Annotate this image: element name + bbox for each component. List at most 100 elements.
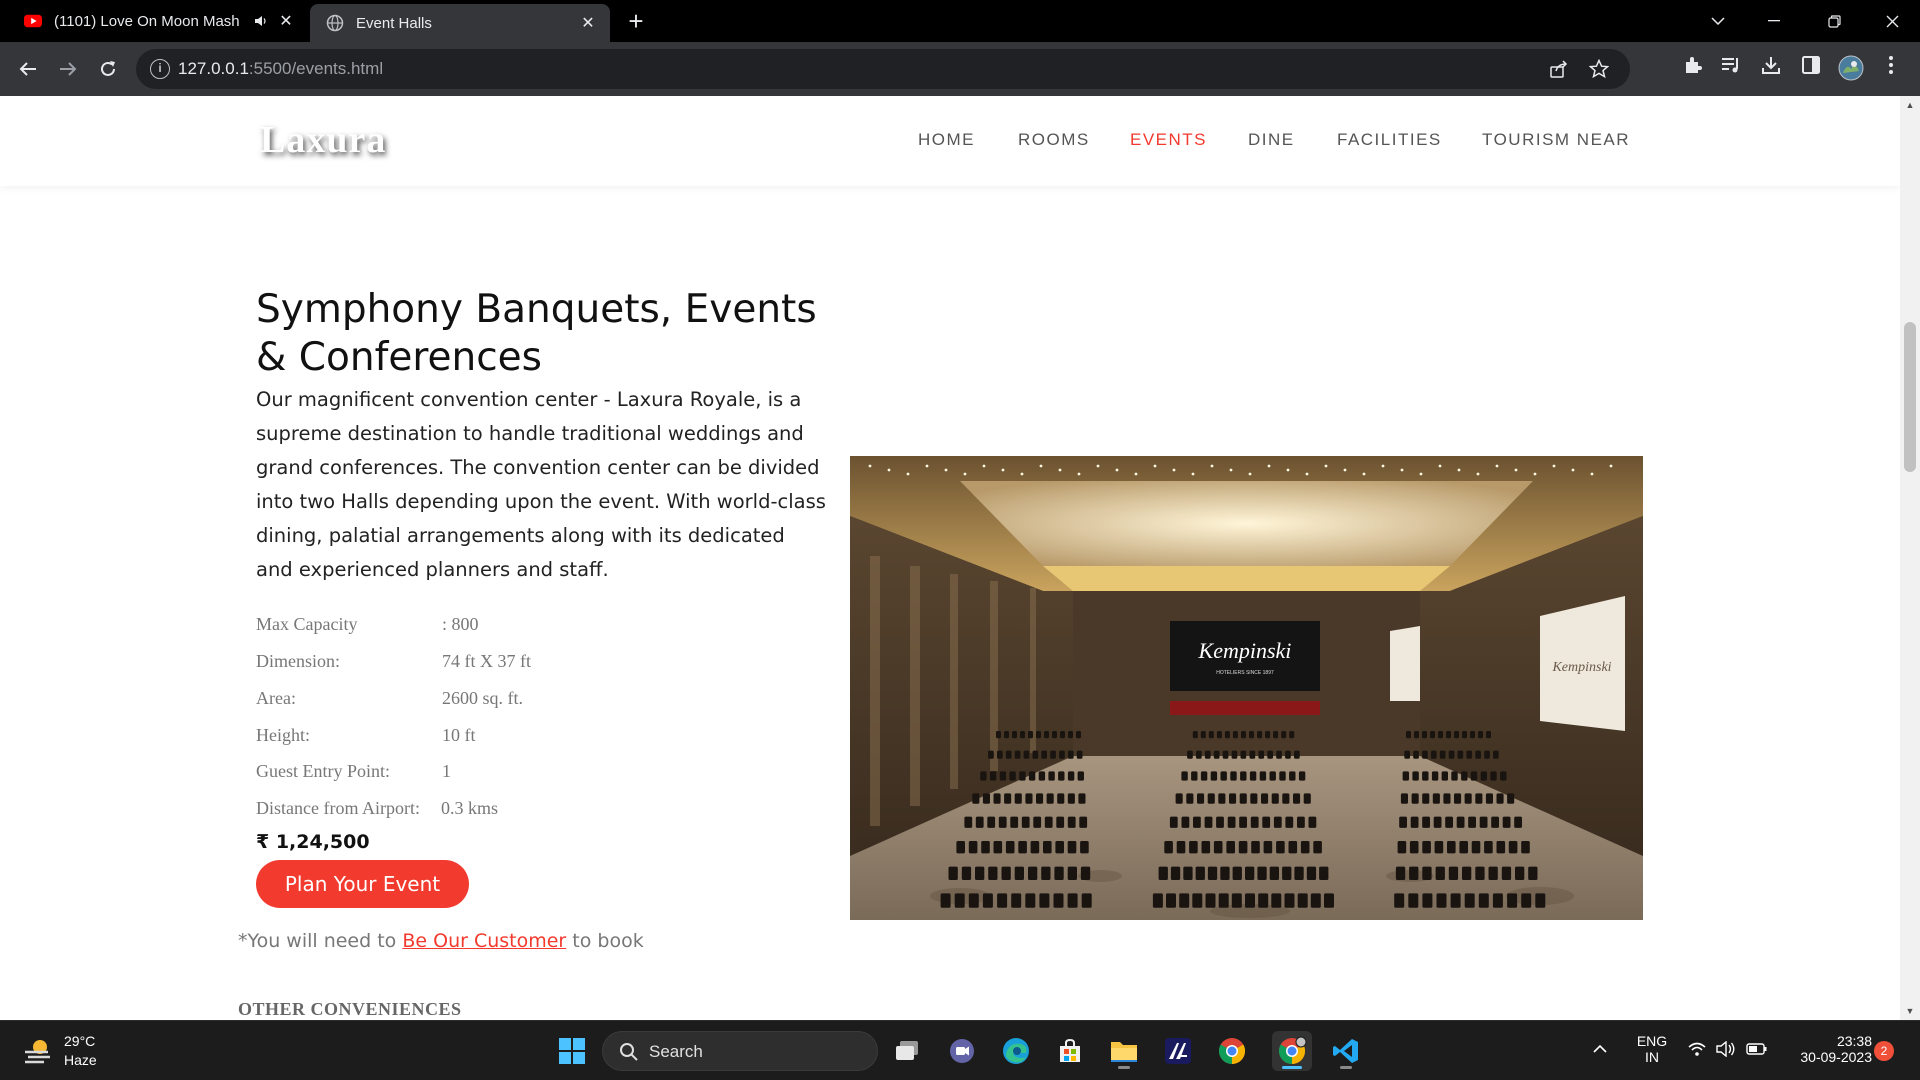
chair-shape xyxy=(956,841,965,854)
new-tab-button[interactable]: + xyxy=(620,6,652,38)
weather-condition[interactable]: Haze xyxy=(64,1052,97,1068)
clock[interactable]: 23:38 30-09-2023 xyxy=(1780,1033,1872,1065)
chair-shape xyxy=(1422,866,1432,880)
chair-shape xyxy=(1152,893,1163,908)
chair-shape xyxy=(1484,750,1490,759)
weather-temperature[interactable]: 29°C xyxy=(64,1033,95,1049)
forward-button[interactable] xyxy=(54,55,82,83)
nav-tourism-near[interactable]: TOURISM NEAR xyxy=(1482,130,1630,150)
tab-youtube[interactable]: (1101) Love On Moon Mash ✕ xyxy=(8,0,308,42)
ceiling-light-dot xyxy=(1134,472,1138,476)
chair-shape xyxy=(1515,866,1525,880)
chair-shape xyxy=(1433,816,1442,828)
share-icon[interactable] xyxy=(1548,59,1570,81)
spec-label: Area: xyxy=(256,688,296,708)
hall-price: ₹ 1,24,500 xyxy=(256,831,370,853)
show-hidden-icons-chevron-icon[interactable] xyxy=(1592,1041,1612,1061)
side-panel-icon[interactable] xyxy=(1798,55,1824,83)
chair-shape xyxy=(1201,841,1211,854)
taskbar-search-box[interactable]: Search xyxy=(602,1031,878,1071)
site-logo[interactable]: Laxura xyxy=(260,118,386,162)
teams-chat-icon[interactable] xyxy=(942,1031,982,1071)
media-control-icon[interactable] xyxy=(1718,55,1744,83)
vscode-icon[interactable] xyxy=(1326,1031,1366,1071)
close-window-button[interactable] xyxy=(1862,0,1920,42)
screen-brand-text: Kempinski xyxy=(1198,638,1292,663)
back-button[interactable] xyxy=(14,55,42,83)
scroll-down-arrow-icon[interactable]: ▼ xyxy=(1905,1006,1915,1016)
ceiling-light-dot xyxy=(1571,468,1575,472)
chrome-active-window-icon[interactable] xyxy=(1272,1031,1312,1071)
browser-menu-icon[interactable] xyxy=(1878,55,1904,83)
close-tab-icon[interactable]: ✕ xyxy=(272,11,300,31)
chair-shape xyxy=(1028,771,1036,781)
chair-shape xyxy=(1409,841,1419,854)
nav-home[interactable]: HOME xyxy=(918,130,975,150)
language-indicator[interactable]: ENG IN xyxy=(1632,1033,1672,1065)
chair-shape xyxy=(1402,771,1409,781)
notification-badge[interactable]: 2 xyxy=(1874,1041,1894,1061)
scroll-up-arrow-icon[interactable]: ▲ xyxy=(1905,100,1915,110)
chair-shape xyxy=(1200,771,1208,781)
chair-shape xyxy=(982,793,990,804)
chair-shape xyxy=(1461,771,1468,781)
nav-dine[interactable]: DINE xyxy=(1248,130,1295,150)
minimize-button[interactable] xyxy=(1744,0,1804,42)
chair-shape xyxy=(1067,771,1075,781)
chair-shape xyxy=(1422,816,1430,828)
chair-shape xyxy=(1394,893,1405,908)
volume-icon[interactable] xyxy=(1716,1040,1736,1062)
chair-shape xyxy=(1076,731,1081,739)
chair-shape xyxy=(1158,866,1168,880)
chair-shape xyxy=(972,793,980,804)
chrome-icon[interactable] xyxy=(1212,1031,1252,1071)
be-our-customer-link[interactable]: Be Our Customer xyxy=(402,930,566,952)
reload-button[interactable] xyxy=(94,55,122,83)
address-bar[interactable]: i 127.0.0.1:5500/events.html xyxy=(136,49,1630,89)
chair-shape xyxy=(1181,816,1190,828)
chair-shape xyxy=(1005,750,1012,759)
chair-shape xyxy=(1257,731,1263,739)
chair-shape xyxy=(1412,771,1419,781)
tab-search-chevron-icon[interactable] xyxy=(1688,0,1748,42)
plan-your-event-button[interactable]: Plan Your Event xyxy=(256,860,469,908)
bookmark-star-icon[interactable] xyxy=(1588,58,1610,81)
url-text[interactable]: 127.0.0.1:5500/events.html xyxy=(178,59,383,79)
download-icon[interactable] xyxy=(1758,55,1784,83)
spec-value: 10 ft xyxy=(442,725,476,745)
tab-event-halls[interactable]: Event Halls ✕ xyxy=(310,4,610,42)
chair-shape xyxy=(1004,731,1009,739)
chair-shape xyxy=(1279,771,1286,781)
nav-facilities[interactable]: FACILITIES xyxy=(1337,130,1442,150)
scrollbar-thumb[interactable] xyxy=(1904,322,1916,472)
weather-haze-icon[interactable] xyxy=(22,1035,54,1067)
profile-avatar-icon[interactable] xyxy=(1838,55,1864,83)
edge-browser-icon[interactable] xyxy=(996,1031,1036,1071)
nav-rooms[interactable]: ROOMS xyxy=(1018,130,1090,150)
chair-shape xyxy=(1067,816,1076,828)
chair-shape xyxy=(1080,866,1091,880)
chair-shape xyxy=(1043,841,1052,854)
page-scrollbar[interactable]: ▲ ▼ xyxy=(1900,96,1920,1020)
restore-button[interactable] xyxy=(1804,0,1864,42)
chair-shape xyxy=(1041,866,1051,880)
close-tab-icon[interactable]: ✕ xyxy=(574,13,602,33)
ceiling-light-dot xyxy=(1191,472,1195,476)
chair-shape xyxy=(1220,771,1227,781)
file-explorer-icon[interactable] xyxy=(1104,1031,1144,1071)
chair-shape xyxy=(1422,750,1428,759)
speaker-icon[interactable] xyxy=(250,14,272,28)
wifi-icon[interactable] xyxy=(1688,1041,1706,1062)
chair-shape xyxy=(1484,841,1493,854)
nav-events[interactable]: EVENTS xyxy=(1130,130,1207,150)
task-view-icon[interactable] xyxy=(888,1031,928,1071)
microsoft-store-icon[interactable] xyxy=(1050,1031,1090,1071)
app-icon[interactable] xyxy=(1158,1031,1198,1071)
windows-start-button[interactable] xyxy=(552,1031,592,1071)
battery-icon[interactable] xyxy=(1746,1042,1768,1061)
chair-shape xyxy=(961,866,972,880)
extensions-icon[interactable] xyxy=(1680,55,1706,83)
site-info-icon[interactable]: i xyxy=(150,59,170,79)
chair-shape xyxy=(1445,816,1453,828)
ceiling-light-dot xyxy=(1096,464,1100,468)
